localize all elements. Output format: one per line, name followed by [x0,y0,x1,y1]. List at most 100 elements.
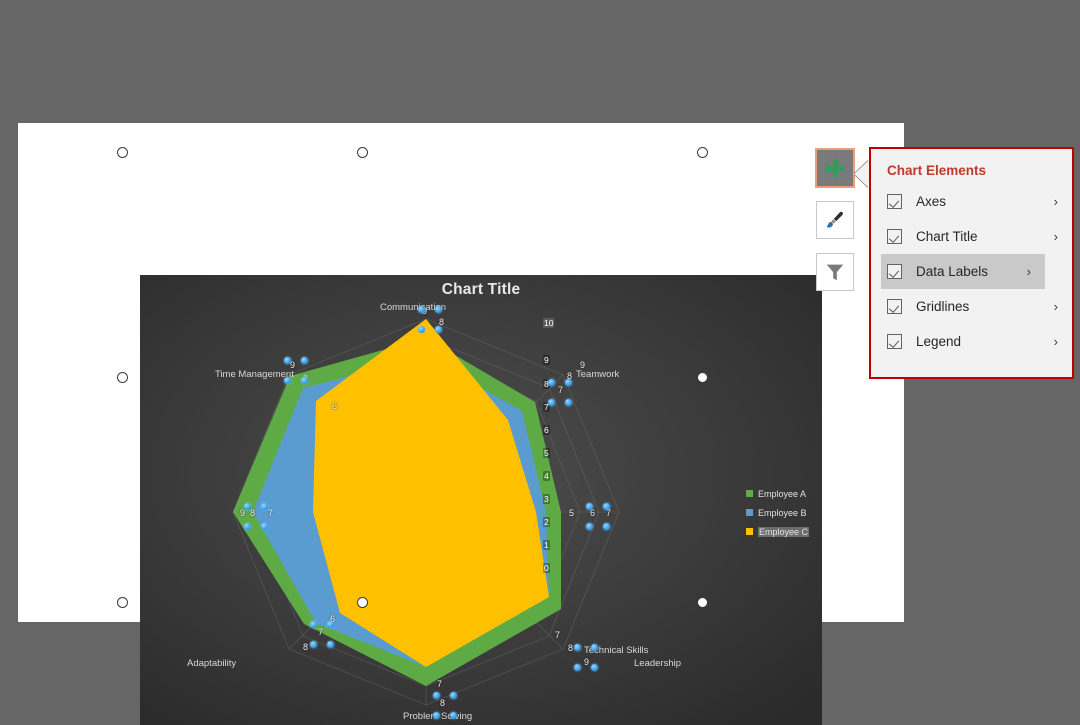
chart-elements-panel: Chart Elements Axes › Chart Title › Data… [869,147,1074,379]
chart-element-legend[interactable]: Legend › [871,324,1072,359]
chart-element-gridlines[interactable]: Gridlines › [871,289,1072,324]
legend-label: Employee C [758,526,810,537]
point-handle[interactable] [261,503,268,510]
radial-tick-0: 0 [543,563,550,573]
data-label-adaptability-b[interactable]: 8 [250,508,255,518]
panel-callout-arrow [854,160,870,188]
chevron-right-icon[interactable]: › [1027,264,1037,279]
point-handle[interactable] [418,306,425,313]
point-handle[interactable] [548,379,555,386]
radial-tick-4: 4 [543,471,550,481]
checkbox-legend[interactable] [887,334,902,349]
checkbox-chart-title[interactable] [887,229,902,244]
chevron-right-icon[interactable]: › [1054,194,1064,209]
legend-label: Employee B [758,507,807,518]
point-handle[interactable] [591,664,598,671]
slide-canvas[interactable]: Chart Title Communication Teamwork Leade… [18,123,904,725]
chart-element-data-labels[interactable]: Data Labels › [881,254,1045,289]
data-label-problem-b[interactable]: 8 [440,698,445,708]
resize-handle-top-left[interactable] [117,147,128,158]
checkbox-gridlines[interactable] [887,299,902,314]
resize-handle-middle-left[interactable] [117,372,128,383]
chart-styles-button[interactable] [816,201,854,239]
point-handle[interactable] [435,326,442,333]
data-label-creativity-b[interactable]: 7 [318,627,323,637]
data-label-leadership-a[interactable]: 5 [569,508,574,518]
data-label-adaptability-c[interactable]: 7 [268,508,273,518]
point-handle[interactable] [301,357,308,364]
checkbox-axes[interactable] [887,194,902,209]
data-label-inner-six[interactable]: 6 [332,401,337,411]
chart-element-chart-title[interactable]: Chart Title › [871,219,1072,254]
legend-swatch-green [746,490,753,497]
data-label-technical-c[interactable]: 9 [584,657,589,667]
chart-filters-button[interactable] [816,253,854,291]
axis-label-time-management[interactable]: Time Management [215,369,294,380]
point-handle[interactable] [418,326,425,333]
axis-label-teamwork[interactable]: Teamwork [576,369,619,380]
axis-label-adaptability[interactable]: Adaptability [187,658,236,669]
data-label-teamwork-c[interactable]: 7 [558,385,563,395]
point-handle[interactable] [586,503,593,510]
point-handle[interactable] [327,621,334,628]
resize-handle-top-right[interactable] [697,147,708,158]
point-handle[interactable] [450,712,457,719]
funnel-icon [826,264,844,281]
point-handle[interactable] [433,712,440,719]
point-handle[interactable] [565,399,572,406]
data-label-technical-b[interactable]: 8 [568,643,573,653]
radar-chart-plot [140,275,822,725]
radial-tick-10: 10 [543,318,555,328]
point-handle[interactable] [284,357,291,364]
point-handle[interactable] [591,644,598,651]
axis-label-leadership[interactable]: Leadership [634,658,681,669]
resize-handle-bottom-center[interactable] [357,597,368,608]
legend-item-employee-c[interactable]: Employee C [746,522,810,541]
radial-tick-5: 5 [543,448,550,458]
data-label-problem-a[interactable]: 7 [437,679,442,689]
resize-handle-bottom-left[interactable] [117,597,128,608]
point-handle[interactable] [586,523,593,530]
point-handle[interactable] [310,641,317,648]
point-handle[interactable] [261,523,268,530]
point-handle[interactable] [548,399,555,406]
chart-elements-button[interactable] [815,148,855,188]
data-label-adaptability-a[interactable]: 9 [240,508,245,518]
chart-element-axes[interactable]: Axes › [871,184,1072,219]
chevron-right-icon[interactable]: › [1054,334,1064,349]
chart-element-label: Legend [916,334,962,349]
chevron-right-icon[interactable]: › [1054,299,1064,314]
checkbox-data-labels[interactable] [887,264,902,279]
legend-item-employee-a[interactable]: Employee A [746,484,809,503]
point-handle[interactable] [310,621,317,628]
point-handle[interactable] [565,379,572,386]
point-handle[interactable] [574,644,581,651]
paintbrush-icon [826,211,843,228]
panel-title: Chart Elements [887,163,987,178]
point-handle[interactable] [603,523,610,530]
point-handle[interactable] [327,641,334,648]
legend-item-employee-b[interactable]: Employee B [746,503,809,522]
point-handle[interactable] [244,523,251,530]
point-handle[interactable] [450,692,457,699]
data-label-teamwork-a[interactable]: 9 [580,360,585,370]
chart-legend[interactable]: Employee A Employee B Employee C [746,484,810,541]
radial-tick-2: 2 [543,517,550,527]
chevron-right-icon[interactable]: › [1054,229,1064,244]
point-handle[interactable] [433,692,440,699]
resize-handle-top-center[interactable] [357,147,368,158]
point-handle[interactable] [603,503,610,510]
resize-handle-bottom-right[interactable] [697,597,708,608]
point-handle[interactable] [244,503,251,510]
point-handle[interactable] [435,306,442,313]
data-label-creativity-c[interactable]: 8 [303,642,308,652]
data-label-technical-a[interactable]: 7 [555,630,560,640]
radar-chart-object[interactable]: Chart Title Communication Teamwork Leade… [140,275,822,725]
chart-title[interactable]: Chart Title [140,281,822,299]
point-handle[interactable] [301,377,308,384]
legend-swatch-blue [746,509,753,516]
resize-handle-middle-right[interactable] [697,372,708,383]
point-handle[interactable] [574,664,581,671]
point-handle[interactable] [284,377,291,384]
radial-tick-6: 6 [543,425,550,435]
